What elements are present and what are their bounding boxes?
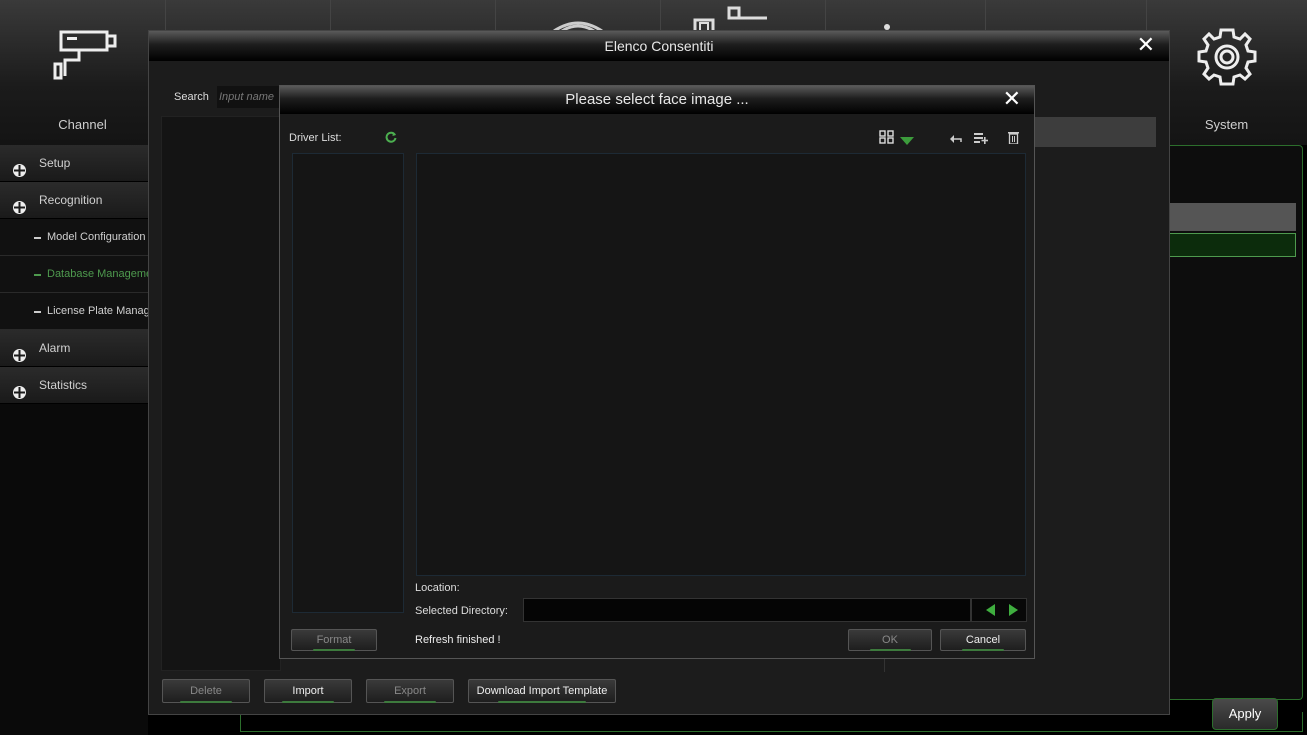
sidebar-item-model-configuration[interactable]: Model Configuration — [0, 219, 148, 256]
camera-icon — [45, 28, 121, 83]
sidebar-item-label: Model Configuration — [47, 231, 146, 243]
dash-icon — [34, 311, 41, 313]
sidebar-item-label: Recognition — [39, 193, 103, 207]
right-panel-row — [1168, 203, 1296, 231]
button-glow — [313, 649, 355, 651]
format-button-label: Format — [316, 634, 352, 646]
sidebar-item-label: Database Management — [47, 268, 148, 280]
status-text: Refresh finished ! — [415, 634, 501, 646]
button-glow — [282, 701, 334, 703]
content-frame — [240, 712, 1303, 732]
close-icon[interactable]: ✕ — [1137, 34, 1155, 56]
group-list[interactable] — [161, 116, 281, 671]
trash-icon[interactable] — [1008, 131, 1019, 147]
search-label: Search — [174, 91, 209, 103]
cancel-button[interactable]: Cancel — [940, 629, 1026, 651]
export-button-label: Export — [394, 685, 426, 697]
crosshair-icon — [12, 193, 27, 218]
apply-button[interactable]: Apply — [1212, 698, 1278, 730]
dialog-title: Please select face image ... — [280, 86, 1034, 114]
download-template-label: Download Import Template — [476, 685, 608, 697]
view-mode-icon[interactable] — [879, 130, 895, 147]
crosshair-icon — [12, 378, 27, 403]
driver-list-label: Driver List: — [289, 132, 342, 144]
nav-tile-channel[interactable]: Channel — [0, 0, 165, 145]
sidebar-item-label: License Plate Management — [47, 305, 148, 317]
file-browser[interactable] — [416, 153, 1026, 576]
page-navigator — [971, 598, 1027, 622]
location-label: Location: — [415, 582, 460, 594]
left-sidebar: Setup Recognition Model Configuration Da… — [0, 145, 148, 735]
sidebar-item-label: Setup — [39, 156, 71, 170]
download-template-button[interactable]: Download Import Template — [468, 679, 616, 703]
drive-list[interactable] — [292, 153, 404, 613]
button-glow — [962, 649, 1004, 651]
arrow-right-icon[interactable] — [1009, 604, 1018, 619]
right-panel-row-selected[interactable] — [1168, 233, 1296, 257]
button-glow — [180, 701, 232, 703]
sidebar-item-license-plate-management[interactable]: License Plate Management — [0, 293, 148, 330]
back-icon[interactable] — [950, 133, 962, 147]
sidebar-item-alarm[interactable]: Alarm — [0, 330, 148, 367]
cancel-button-label: Cancel — [965, 634, 1001, 646]
button-glow — [869, 649, 911, 651]
selected-directory-field[interactable] — [523, 598, 971, 622]
delete-button[interactable]: Delete — [162, 679, 250, 703]
chevron-down-icon[interactable] — [900, 134, 914, 148]
ok-button-label: OK — [882, 634, 898, 646]
storage-icon — [693, 6, 783, 34]
sidebar-item-label: Alarm — [39, 341, 71, 355]
crosshair-icon — [12, 341, 27, 366]
sidebar-item-database-management[interactable]: Database Management — [0, 256, 148, 293]
sidebar-item-statistics[interactable]: Statistics — [0, 367, 148, 404]
member-list-header — [1035, 117, 1156, 147]
selected-directory-label: Selected Directory: — [415, 605, 508, 617]
button-glow — [384, 701, 436, 703]
ok-button[interactable]: OK — [848, 629, 932, 651]
dash-icon — [34, 237, 41, 239]
arrow-left-icon[interactable] — [986, 604, 995, 619]
dialog-title: Elenco Consentiti — [149, 31, 1169, 61]
button-glow — [498, 701, 586, 703]
crosshair-icon — [12, 156, 27, 181]
refresh-icon[interactable] — [385, 131, 397, 146]
close-icon[interactable]: ✕ — [1003, 88, 1021, 110]
new-folder-icon[interactable] — [974, 132, 988, 147]
nav-tile-system[interactable]: System — [1146, 0, 1307, 145]
nav-label-system: System — [1204, 117, 1249, 132]
dash-icon — [34, 274, 41, 276]
format-button[interactable]: Format — [291, 629, 377, 651]
gear-icon — [1194, 26, 1260, 91]
sidebar-item-label: Statistics — [39, 378, 88, 392]
sidebar-item-recognition[interactable]: Recognition — [0, 182, 148, 219]
nav-label-channel: Channel — [58, 117, 107, 132]
import-button[interactable]: Import — [264, 679, 352, 703]
export-button[interactable]: Export — [366, 679, 454, 703]
face-image-picker-dialog: Please select face image ... ✕ Driver Li… — [279, 85, 1035, 659]
delete-button-label: Delete — [190, 685, 222, 697]
import-button-label: Import — [292, 685, 324, 697]
sidebar-item-setup[interactable]: Setup — [0, 145, 148, 182]
